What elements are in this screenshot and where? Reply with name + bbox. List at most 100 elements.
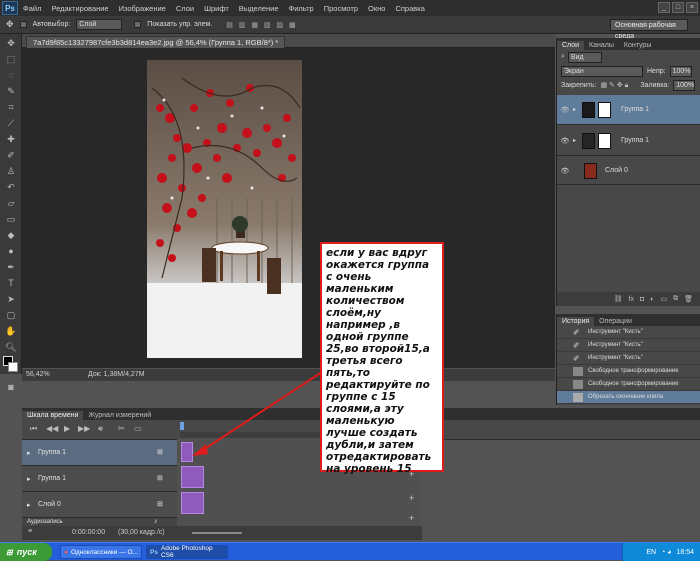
layer-kind-dropdown[interactable]: Вид [567,51,602,63]
menu-filter[interactable]: Фильтр [284,4,319,13]
expand-arrow-icon[interactable]: ▸ [27,449,31,457]
canvas-area[interactable] [22,48,555,368]
link-icon[interactable]: ⛓︎ [614,295,623,303]
next-frame-icon[interactable]: ▶▶ [78,424,90,433]
tab-paths[interactable]: Контуры [619,41,656,50]
clock[interactable]: 18:54 [676,549,694,556]
blur-tool-icon[interactable]: ◆ [3,228,19,242]
align-icons[interactable]: ▤ ▥ ▦ ▧ ▨ ▩ [226,21,297,29]
close-button[interactable]: × [686,2,698,13]
language-indicator[interactable]: EN [646,549,656,556]
tab-history[interactable]: История [557,317,595,326]
clip[interactable] [181,492,204,514]
pen-tool-icon[interactable]: ✒ [3,260,19,274]
start-button[interactable]: ⊞ пуск [0,543,52,561]
quick-mask-icon[interactable]: ◙ [3,380,19,394]
eraser-tool-icon[interactable]: ▱ [3,196,19,210]
history-item[interactable]: ✐ Инструмент "Кисть" [557,326,700,339]
history-item-selected[interactable]: Обрезать окончание клипа [557,391,700,404]
audio-icon[interactable]: 🔊︎ [98,424,103,434]
move-tool-icon[interactable]: ✥ [6,19,14,30]
menu-file[interactable]: Файл [18,4,46,13]
history-item[interactable]: Свободное трансформирование [557,365,700,378]
visibility-eye-icon[interactable]: 👁︎ [560,106,570,114]
track-row[interactable]: ▸ Группа 1 ⊞ [22,440,177,466]
auto-select-checkbox[interactable] [19,21,27,28]
taskbar-item[interactable]: ● Одноклассники — О... [60,545,142,559]
track-options-icon[interactable]: ⊞ [157,500,163,508]
menu-select[interactable]: Выделение [234,4,284,13]
history-item[interactable]: Свободное трансформирование [557,378,700,391]
layer-name[interactable]: Группа 1 [621,137,649,144]
menu-view[interactable]: Просмотр [319,4,363,13]
type-tool-icon[interactable]: T [3,276,19,290]
expand-arrow-icon[interactable]: ▸ [27,501,31,509]
menu-image[interactable]: Изображение [114,4,171,13]
prev-frame-icon[interactable]: ◀◀ [46,424,58,433]
minimize-button[interactable]: _ [658,2,670,13]
auto-select-dropdown[interactable]: Слой [76,19,123,30]
history-item[interactable]: ✐ Инструмент "Кисть" [557,339,700,352]
layer-name[interactable]: Слой 0 [605,167,628,174]
new-layer-icon[interactable]: ⧉ [673,295,678,303]
hand-tool-icon[interactable]: ✋ [3,324,19,338]
quick-select-tool-icon[interactable]: ✎ [3,84,19,98]
visibility-eye-icon[interactable]: 👁︎ [560,167,570,175]
layer-row[interactable]: 👁︎ ▸ Группа 1 [557,126,700,156]
tab-channels[interactable]: Каналы [584,41,619,50]
playhead[interactable] [180,422,184,430]
zoom-slider[interactable] [192,532,242,534]
workspace-dropdown[interactable]: Основная рабочая среда [610,19,688,40]
stamp-tool-icon[interactable]: ♙ [3,164,19,178]
eyedropper-tool-icon[interactable]: ⟋ [3,116,19,130]
taskbar-item-active[interactable]: Ps Adobe Photoshop CS6 [146,545,228,559]
track-options-icon[interactable]: ⊞ [157,474,163,482]
first-frame-icon[interactable]: ⏮ [30,424,37,434]
menu-type[interactable]: Шрифт [199,4,234,13]
tab-timeline[interactable]: Шкала времени [22,411,84,420]
tab-layers[interactable]: Слои [557,41,585,50]
brush-tool-icon[interactable]: ✐ [3,148,19,162]
tab-actions[interactable]: Операции [594,317,637,326]
expand-arrow-icon[interactable]: ▸ [27,475,31,483]
fx-icon[interactable]: fx [629,296,634,303]
dodge-tool-icon[interactable]: ● [3,244,19,258]
zoom-level[interactable]: 56,42% [26,371,50,378]
healing-tool-icon[interactable]: ✚ [3,132,19,146]
layer-row[interactable]: 👁︎ Слой 0 [557,157,700,185]
music-note-icon[interactable]: ♪ [154,518,158,525]
folder-icon[interactable]: ▭ [660,295,667,303]
menu-window[interactable]: Окно [363,4,390,13]
clip[interactable] [181,442,193,462]
menu-help[interactable]: Справка [390,4,429,13]
render-icon[interactable]: ≡ [28,528,32,535]
tab-measurement-log[interactable]: Журнал измерений [83,411,156,420]
track-options-icon[interactable]: ⊞ [157,448,163,456]
mask-icon[interactable]: ◘ [640,296,644,303]
tray-icons[interactable]: ◔ ◕ [661,549,671,556]
group-arrow-icon[interactable]: ▸ [573,137,576,144]
layer-row[interactable]: 👁︎ ▸ Группа 1 [557,95,700,125]
blend-mode-dropdown[interactable]: Экран [561,65,643,77]
visibility-eye-icon[interactable]: 👁︎ [560,137,570,145]
add-track-icon[interactable]: + [409,513,414,523]
zoom-tool-icon[interactable]: 🔍︎ [3,340,19,354]
marquee-tool-icon[interactable]: ⬚ [3,52,19,66]
add-track-icon[interactable]: + [409,493,414,503]
adjustment-icon[interactable]: ◐ [650,296,654,303]
trash-icon[interactable]: 🗑︎ [684,295,693,303]
shape-tool-icon[interactable]: ▢ [3,308,19,322]
menu-edit[interactable]: Редактирование [46,4,113,13]
split-icon[interactable]: ✂ [118,424,125,433]
doc-size-info[interactable]: Док: 1,38M/4,27M [88,371,145,378]
history-item[interactable]: ✐ Инструмент "Кисть" [557,352,700,365]
history-brush-tool-icon[interactable]: ↶ [3,180,19,194]
fill-field[interactable]: 100% [673,79,696,91]
group-arrow-icon[interactable]: ▸ [573,106,576,113]
layer-name[interactable]: Группа 1 [621,106,649,113]
menu-layers[interactable]: Слои [171,4,199,13]
show-controls-checkbox[interactable] [134,21,142,28]
transition-icon[interactable]: ▭ [134,424,142,433]
track-row[interactable]: ▸ Группа 1 ⊞ [22,466,177,492]
lasso-tool-icon[interactable]: ◌ [3,68,19,82]
